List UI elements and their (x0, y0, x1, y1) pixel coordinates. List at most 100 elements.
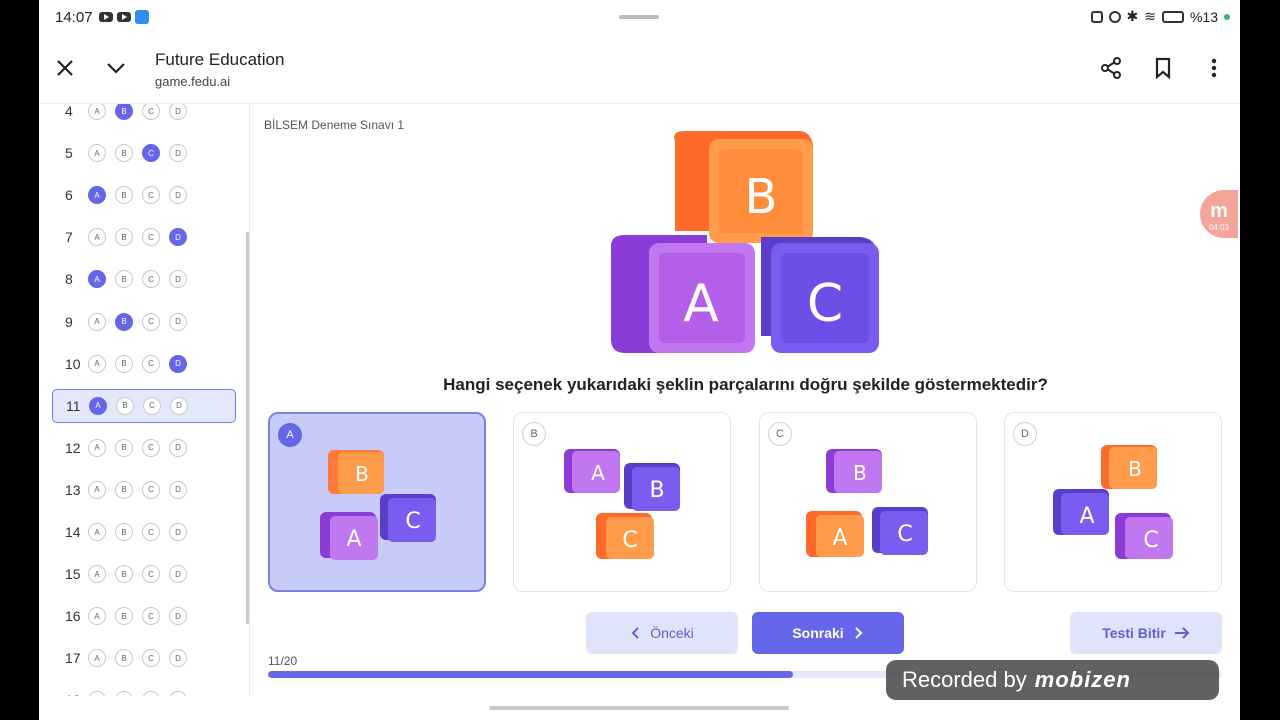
answer-bubble[interactable]: B (115, 480, 133, 499)
answer-bubble[interactable]: A (88, 649, 106, 668)
answer-bubble[interactable]: D (169, 565, 187, 584)
question-row[interactable]: 8ABCD (52, 262, 236, 296)
answer-bubble[interactable]: D (169, 228, 187, 247)
answer-option-d[interactable]: D B A C (1004, 412, 1222, 592)
close-button[interactable] (51, 54, 79, 82)
answer-bubble[interactable]: A (88, 607, 106, 626)
battery-percent: %13 (1189, 8, 1218, 25)
answer-bubble[interactable]: A (88, 691, 106, 696)
answer-bubble[interactable]: B (115, 104, 133, 120)
answer-bubble[interactable]: B (115, 354, 133, 373)
next-button[interactable]: Sonraki (752, 612, 904, 654)
answer-bubble[interactable]: A (88, 480, 106, 499)
answer-bubble[interactable]: A (88, 523, 106, 541)
answer-bubble[interactable]: D (169, 691, 187, 696)
answer-bubble[interactable]: D (169, 270, 187, 289)
answer-bubble[interactable]: A (88, 438, 106, 457)
block-c-icon: C (761, 237, 879, 353)
answer-bubble[interactable]: B (115, 691, 133, 696)
drag-handle[interactable] (619, 15, 659, 19)
question-panel: BİLSEM Deneme Sınavı 1 B C A Hangi seçen… (251, 104, 1240, 696)
answer-bubble[interactable]: D (169, 607, 187, 626)
answer-bubble[interactable]: D (169, 144, 187, 163)
answer-bubble[interactable]: B (115, 523, 133, 541)
question-row[interactable]: 17 A B C D (52, 641, 236, 675)
answer-bubble[interactable]: D (169, 438, 187, 457)
gesture-nav-bar[interactable] (489, 706, 789, 710)
answer-bubble[interactable]: C (142, 691, 160, 696)
answer-bubble[interactable]: A (88, 186, 106, 205)
answer-bubble[interactable]: A (89, 396, 107, 415)
answer-bubble[interactable]: A (88, 144, 106, 163)
answer-bubble[interactable]: A (88, 270, 106, 289)
answer-bubble[interactable]: D (169, 312, 187, 331)
question-row[interactable]: 5ABCD (52, 136, 236, 170)
answer-bubble[interactable]: B (115, 607, 133, 626)
answer-bubble[interactable]: D (169, 104, 187, 120)
option-d-blocks-icon: B A C (1053, 445, 1173, 559)
answer-option-a[interactable]: A B C A (268, 412, 486, 592)
question-row[interactable]: 12 A B C D (52, 431, 236, 465)
answer-bubble[interactable]: C (142, 144, 160, 163)
answer-bubble[interactable]: C (142, 186, 160, 205)
answer-bubble[interactable]: D (169, 354, 187, 373)
answer-bubble[interactable]: B (115, 565, 133, 584)
svg-text:A: A (832, 526, 847, 551)
share-button[interactable] (1097, 54, 1125, 82)
answer-bubble[interactable]: C (142, 228, 160, 247)
answer-bubble[interactable]: C (142, 104, 160, 120)
question-row[interactable]: 14 A B C D (52, 515, 236, 549)
answer-bubble[interactable]: B (115, 186, 133, 205)
question-row[interactable]: 16 A B C D (52, 599, 236, 633)
answer-bubble[interactable]: A (88, 565, 106, 584)
answer-option-c[interactable]: C B A C (759, 412, 977, 592)
answer-bubble[interactable]: A (88, 312, 106, 331)
answer-bubble[interactable]: C (142, 312, 160, 331)
answer-bubble[interactable]: C (142, 480, 160, 499)
question-row[interactable]: 4ABCD (52, 104, 236, 128)
answer-bubble[interactable]: B (115, 438, 133, 457)
answer-bubble[interactable]: B (115, 312, 133, 331)
finish-label: Testi Bitir (1102, 625, 1166, 641)
question-row[interactable]: 9ABCD (52, 305, 236, 339)
more-menu-button[interactable] (1200, 54, 1228, 82)
answer-bubble[interactable]: D (170, 396, 188, 415)
bookmark-button[interactable] (1149, 54, 1177, 82)
question-row[interactable]: 18A B C D (52, 683, 236, 696)
answer-bubble[interactable]: C (143, 396, 161, 415)
answer-bubble[interactable]: B (116, 396, 134, 415)
recording-watermark: Recorded by mobizen (886, 660, 1219, 700)
finish-test-button[interactable]: Testi Bitir (1070, 612, 1222, 654)
question-row[interactable]: 15 A B C D (52, 557, 236, 591)
answer-bubble[interactable]: A (88, 228, 106, 247)
close-icon (57, 60, 73, 76)
answer-bubble[interactable]: B (115, 228, 133, 247)
sidebar-scrollbar[interactable] (246, 232, 249, 624)
question-row[interactable]: 10 A B C D (52, 347, 236, 381)
answer-bubble[interactable]: C (142, 607, 160, 626)
answer-bubble[interactable]: B (115, 649, 133, 668)
question-row[interactable]: 11 A B C D (52, 388, 236, 423)
cast-icon (1090, 10, 1103, 23)
answer-bubble[interactable]: C (142, 565, 160, 584)
answer-bubble[interactable]: D (169, 186, 187, 205)
previous-button[interactable]: Önceki (586, 612, 738, 654)
question-row[interactable]: 7ABCD (52, 220, 236, 254)
question-row[interactable]: 13 A B C D (52, 473, 236, 507)
answer-bubble[interactable]: D (169, 480, 187, 499)
answer-bubble[interactable]: A (88, 354, 106, 373)
collapse-button[interactable] (102, 54, 130, 82)
answer-bubble[interactable]: D (169, 523, 187, 541)
answer-bubble[interactable]: C (142, 438, 160, 457)
question-row[interactable]: 6ABCD (52, 178, 236, 212)
answer-bubble[interactable]: C (142, 270, 160, 289)
answer-bubble[interactable]: C (142, 523, 160, 541)
answer-bubble[interactable]: D (169, 649, 187, 668)
answer-option-b[interactable]: B A B C (513, 412, 731, 592)
answer-bubble[interactable]: C (142, 649, 160, 668)
answer-bubble[interactable]: C (142, 354, 160, 373)
answer-bubble[interactable]: B (115, 270, 133, 289)
screen-recorder-bubble[interactable]: m 04:03 (1200, 190, 1238, 238)
answer-bubble[interactable]: B (115, 144, 133, 163)
answer-bubble[interactable]: A (88, 104, 106, 120)
